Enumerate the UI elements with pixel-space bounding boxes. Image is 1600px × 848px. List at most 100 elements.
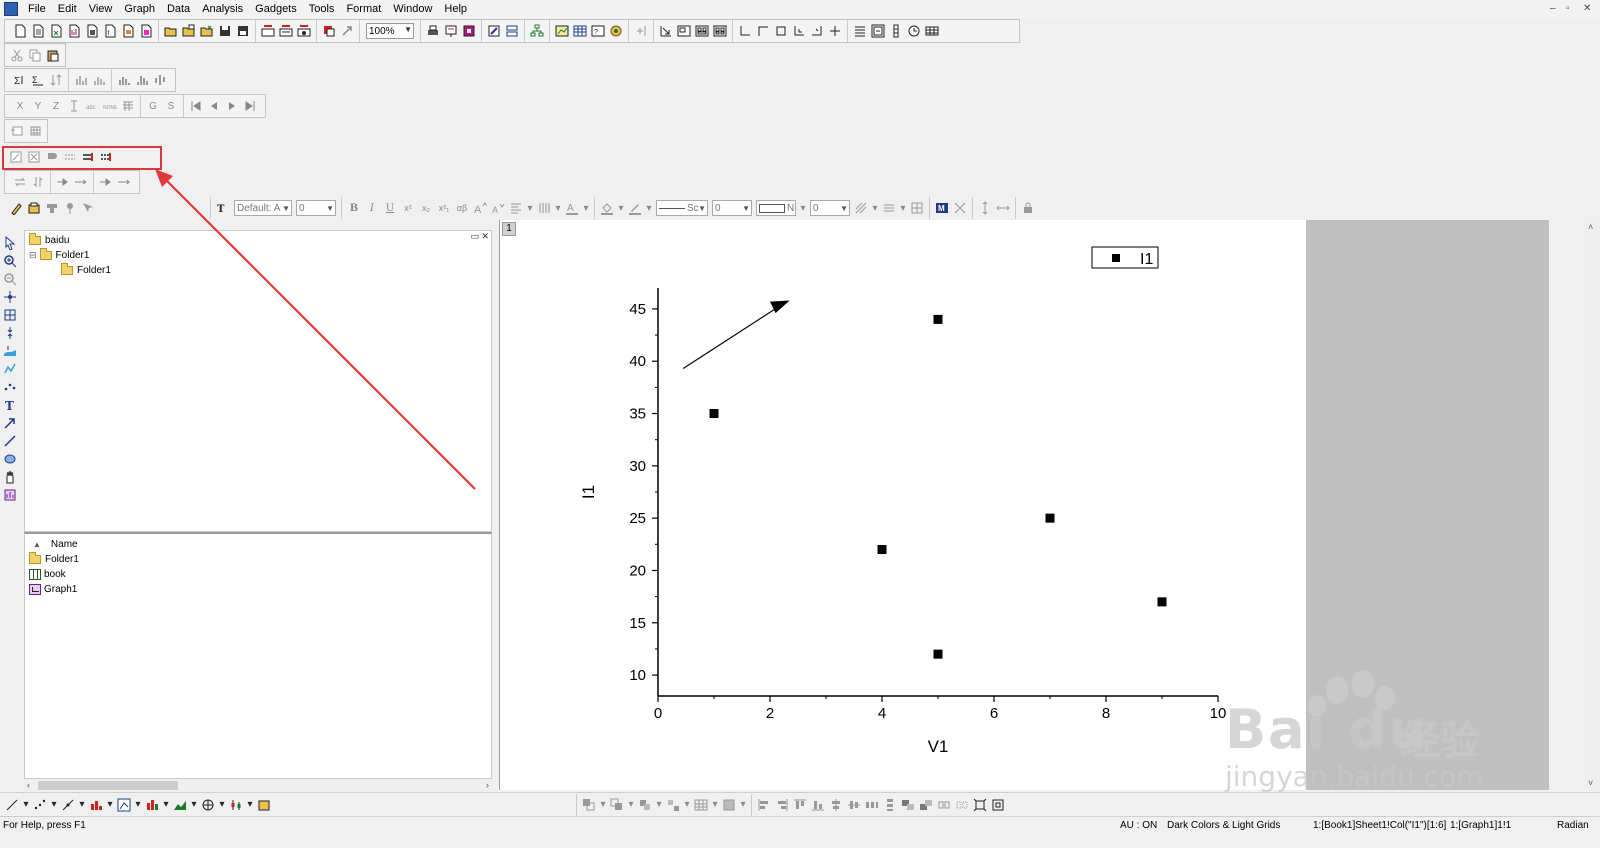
open-template-icon[interactable]	[182, 24, 197, 39]
paste-icon[interactable]	[46, 48, 61, 63]
chevron-down-icon[interactable]: ▾	[23, 797, 30, 812]
explorer-close-icon[interactable]: ▭ ✕	[470, 231, 489, 242]
arrow-head-icon[interactable]	[99, 175, 114, 190]
workbook-window-icon[interactable]	[573, 24, 588, 39]
freq-1-icon[interactable]	[74, 73, 89, 88]
font-name-select[interactable]: Default: A ▼	[234, 200, 292, 216]
chevron-down-icon[interactable]: ▾	[656, 797, 663, 812]
set-subject-button[interactable]: S	[164, 99, 179, 114]
regional-mask-icon[interactable]	[2, 342, 18, 360]
align-vcenter-obj-icon[interactable]	[829, 797, 844, 812]
template-icon[interactable]	[257, 797, 272, 812]
new-excel-icon[interactable]	[49, 24, 64, 39]
sort-icon[interactable]	[49, 73, 64, 88]
mask-points-icon[interactable]	[2, 378, 18, 396]
save-project-icon[interactable]	[218, 24, 233, 39]
close-button[interactable]: ✕	[1583, 0, 1591, 18]
chevron-down-icon[interactable]: ▾	[163, 797, 170, 812]
layer-1-icon[interactable]	[677, 24, 692, 39]
greek-button[interactable]: αβ	[455, 201, 470, 216]
scatter-plot-icon[interactable]	[33, 797, 48, 812]
export-page-icon[interactable]	[462, 24, 477, 39]
arrow-tool-icon[interactable]	[2, 414, 18, 432]
zoom-out-icon[interactable]	[2, 270, 18, 288]
hist-1-icon[interactable]	[117, 73, 132, 88]
crop-2-icon[interactable]	[955, 797, 970, 812]
layer-icon[interactable]	[871, 24, 886, 39]
tree-expander-icon[interactable]: ⊟	[29, 250, 37, 261]
offset-horizontal-icon[interactable]	[996, 201, 1011, 216]
chevron-down-icon[interactable]: ▾	[800, 201, 807, 216]
chevron-down-icon[interactable]: ▾	[555, 201, 562, 216]
new-notes-icon[interactable]	[139, 24, 154, 39]
list-item[interactable]: book	[29, 569, 66, 580]
area-plot-icon[interactable]	[173, 797, 188, 812]
graph-window-icon[interactable]	[555, 24, 570, 39]
add-worksheet-layout-icon[interactable]	[28, 124, 43, 139]
bold-button[interactable]: B	[347, 201, 362, 216]
region-icon[interactable]	[81, 201, 96, 216]
restore-button[interactable]: ▫	[1566, 0, 1570, 18]
stack-column-icon[interactable]	[145, 797, 160, 812]
data-selector-icon[interactable]	[2, 324, 18, 342]
colorbar-icon[interactable]	[889, 24, 904, 39]
stock-plot-icon[interactable]	[229, 797, 244, 812]
front-icon[interactable]	[582, 797, 597, 812]
menu-data[interactable]: Data	[161, 0, 196, 18]
chevron-down-icon[interactable]: ▾	[79, 797, 86, 812]
zoom-select[interactable]: 100% ▼	[366, 23, 414, 39]
list-item[interactable]: Folder1	[29, 552, 79, 565]
back-icon[interactable]	[610, 797, 625, 812]
set-none-icon[interactable]: NONE	[103, 99, 118, 114]
align-left-obj-icon[interactable]	[757, 797, 772, 812]
menu-tools[interactable]: Tools	[303, 0, 341, 18]
fit-page-icon[interactable]	[991, 797, 1006, 812]
chevron-down-icon[interactable]: ▾	[646, 201, 653, 216]
scroll-right-icon[interactable]: ›	[486, 779, 489, 792]
insert-graph-icon[interactable]	[2, 486, 18, 504]
column-align-icon[interactable]	[537, 201, 552, 216]
offset-vertical-icon[interactable]	[978, 201, 993, 216]
draw-data-tool-icon[interactable]	[2, 360, 18, 378]
recalculate-icon[interactable]	[322, 24, 337, 39]
axis-top-left-icon[interactable]	[756, 24, 771, 39]
move-last-icon[interactable]	[243, 99, 258, 114]
new-layout-icon[interactable]	[121, 24, 136, 39]
pointer-icon[interactable]	[2, 234, 18, 252]
set-x-button[interactable]: X	[13, 99, 28, 114]
polar-plot-icon[interactable]	[201, 797, 216, 812]
table-icon[interactable]	[925, 24, 940, 39]
tree-item-folder1[interactable]: ⊟ Folder1	[29, 248, 89, 261]
menu-view[interactable]: View	[83, 0, 119, 18]
add-column-icon[interactable]	[634, 24, 649, 39]
align-bottom-obj-icon[interactable]	[811, 797, 826, 812]
axis-cross-icon[interactable]	[792, 24, 807, 39]
line-plot-icon[interactable]	[5, 797, 20, 812]
menu-gadgets[interactable]: Gadgets	[249, 0, 303, 18]
graph-page[interactable]: 1 0 2 4 6 8 10 10 15 20 25 30 35 40 45 I1 V1 I1	[500, 220, 1306, 790]
list-item[interactable]: Graph1	[29, 584, 77, 595]
font-color-icon[interactable]: A	[565, 201, 580, 216]
menu-graph[interactable]: Graph	[118, 0, 161, 18]
project-explorer-icon[interactable]	[530, 24, 545, 39]
timestamp-icon[interactable]	[907, 24, 922, 39]
notes-window-icon[interactable]: ?	[591, 24, 606, 39]
chevron-down-icon[interactable]: ▾	[872, 201, 879, 216]
legend[interactable]: I1	[1091, 246, 1159, 269]
hist-3-icon[interactable]	[153, 73, 168, 88]
code-builder-icon[interactable]	[487, 24, 502, 39]
line-color-icon[interactable]	[628, 201, 643, 216]
font-shrink-icon[interactable]: A	[491, 201, 506, 216]
new-project-icon[interactable]	[13, 24, 28, 39]
split-icon[interactable]	[953, 201, 968, 216]
chevron-down-icon[interactable]: ▾	[247, 797, 254, 812]
chevron-down-icon[interactable]: ▾	[191, 797, 198, 812]
cut-icon[interactable]	[10, 48, 25, 63]
swap-columns-icon[interactable]	[13, 175, 28, 190]
menu-analysis[interactable]: Analysis	[196, 0, 249, 18]
vertical-scrollbar[interactable]: ˄ ˅	[1584, 220, 1600, 790]
grid-lines-icon[interactable]	[882, 201, 897, 216]
new-function-icon[interactable]: f	[103, 24, 118, 39]
align-hcenter-obj-icon[interactable]	[847, 797, 862, 812]
minimize-button[interactable]: –	[1550, 0, 1556, 18]
